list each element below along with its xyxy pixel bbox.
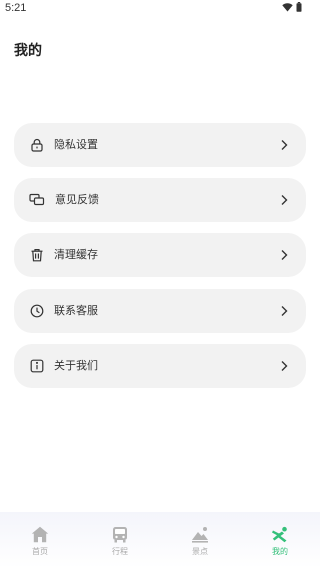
home-icon <box>30 524 50 544</box>
status-bar: 5:21 <box>0 0 320 18</box>
nav-label: 景点 <box>192 547 208 556</box>
bus-icon <box>110 524 130 544</box>
status-icons <box>282 2 302 12</box>
lock-icon <box>28 136 46 154</box>
nav-label: 我的 <box>272 547 288 556</box>
chevron-right-icon <box>281 361 288 371</box>
chat-icon <box>28 191 46 209</box>
nav-item-profile[interactable]: 我的 <box>240 512 320 568</box>
menu-item-privacy-settings[interactable]: 隐私设置 <box>14 123 306 167</box>
profile-icon <box>270 524 290 544</box>
menu-item-clear-cache[interactable]: 清理缓存 <box>14 233 306 277</box>
battery-icon <box>296 2 302 12</box>
nav-item-itinerary[interactable]: 行程 <box>80 512 160 568</box>
chevron-right-icon <box>281 195 288 205</box>
mountain-icon <box>190 524 210 544</box>
menu-item-about-us[interactable]: 关于我们 <box>14 344 306 388</box>
menu-item-label: 清理缓存 <box>54 248 98 261</box>
status-time: 5:21 <box>5 2 27 14</box>
clock-icon <box>28 302 46 320</box>
info-icon <box>28 357 46 375</box>
nav-label: 首页 <box>32 547 48 556</box>
menu-item-label: 关于我们 <box>54 359 98 372</box>
nav-item-home[interactable]: 首页 <box>0 512 80 568</box>
menu-item-feedback[interactable]: 意见反馈 <box>14 178 306 222</box>
trash-icon <box>28 246 46 264</box>
wifi-icon <box>282 3 293 12</box>
menu-item-customer-service[interactable]: 联系客服 <box>14 289 306 333</box>
chevron-right-icon <box>281 140 288 150</box>
chevron-right-icon <box>281 306 288 316</box>
menu-item-label: 联系客服 <box>54 304 98 317</box>
nav-item-attractions[interactable]: 景点 <box>160 512 240 568</box>
nav-label: 行程 <box>112 547 128 556</box>
page-title: 我的 <box>14 43 42 59</box>
chevron-right-icon <box>281 250 288 260</box>
menu-item-label: 隐私设置 <box>54 138 98 151</box>
bottom-nav: 首页 行程 景点 我的 <box>0 512 320 568</box>
menu-item-label: 意见反馈 <box>55 193 99 206</box>
